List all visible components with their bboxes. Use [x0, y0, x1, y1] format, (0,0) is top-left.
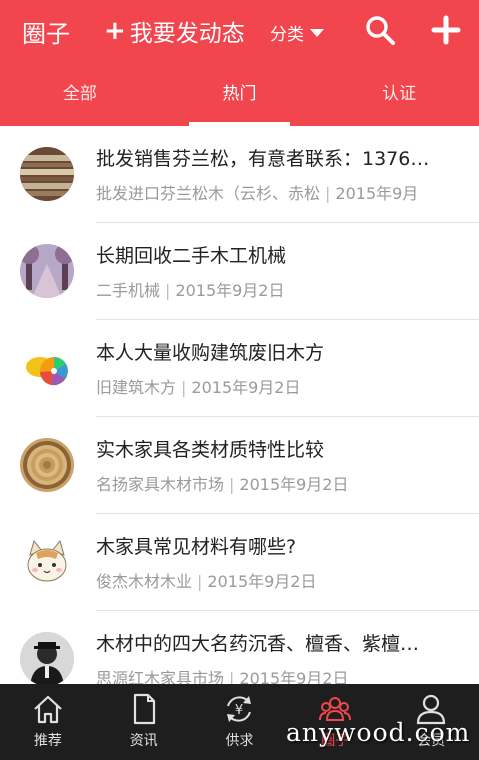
list-item[interactable]: 木家具常见材料有哪些? 俊杰木材木业 | 2015年9月2日: [0, 514, 479, 611]
nav-recommend[interactable]: 推荐: [0, 684, 96, 760]
avatar: [20, 438, 74, 492]
watermark: anywood.com: [286, 718, 471, 747]
post-source: 批发进口芬兰松木（云杉、赤松: [96, 184, 321, 203]
post-date: 2015年9月2日: [239, 475, 349, 494]
post-date: 2015年9月2日: [175, 281, 285, 300]
yuan-exchange-icon: ¥: [227, 696, 252, 722]
post-meta: 俊杰木材木业 | 2015年9月2日: [96, 572, 317, 591]
search-button[interactable]: [364, 14, 396, 46]
list-item[interactable]: 批发销售芬兰松，有意者联系：1376… 批发进口芬兰松木（云杉、赤松 | 2015年…: [0, 126, 479, 223]
tab-hot[interactable]: 热门: [160, 72, 320, 126]
app-screen: 圈子 + 我要发动态 分类 全部 热门 认证 批发销售芬兰松，有意者联系：137…: [0, 0, 479, 760]
nav-news-label: 资讯: [129, 733, 158, 749]
avatar: [20, 535, 74, 589]
list-item[interactable]: 木材中的四大名药沉香、檀香、紫檀… 思源红木家具市场 | 2015年9月2日: [0, 611, 479, 684]
post-source: 思源红木家具市场: [96, 669, 225, 684]
post-meta: 批发进口芬兰松木（云杉、赤松 | 2015年9月: [96, 184, 419, 203]
tab-bar: 全部 热门 认证: [0, 72, 479, 126]
post-date: 2015年9月: [335, 184, 419, 203]
list-item[interactable]: 长期回收二手木工机械 二手机械 | 2015年9月2日: [0, 223, 479, 320]
post-title: 批发销售芬兰松，有意者联系：1376…: [96, 148, 430, 170]
post-title: 木家具常见材料有哪些?: [96, 536, 297, 558]
post-source: 俊杰木材木业: [96, 572, 193, 591]
avatar: [20, 341, 74, 395]
cartoon-cat-image: [20, 535, 74, 589]
header: 圈子 + 我要发动态 分类 全部 热门 认证: [0, 0, 479, 126]
post-list: 批发销售芬兰松，有意者联系：1376… 批发进口芬兰松木（云杉、赤松 | 2015年…: [0, 126, 479, 684]
search-icon: [366, 16, 395, 45]
citrus-slices-image: [20, 341, 74, 395]
compose-post-label: 我要发动态: [129, 21, 245, 47]
post-source: 旧建筑木方: [96, 378, 177, 397]
post-source: 名扬家具木材市场: [96, 475, 225, 494]
list-item[interactable]: 实木家具各类材质特性比较 名扬家具木材市场 | 2015年9月2日: [0, 417, 479, 514]
post-date: 2015年9月2日: [207, 572, 317, 591]
post-title: 长期回收二手木工机械: [96, 245, 287, 267]
nav-news[interactable]: 资讯: [96, 684, 192, 760]
page-title: 圈子: [22, 20, 70, 48]
plus-icon: [431, 15, 461, 45]
nav-recommend-label: 推荐: [33, 733, 62, 749]
tab-verified[interactable]: 认证: [319, 72, 479, 126]
add-button[interactable]: [430, 14, 462, 46]
nav-supply-demand-label: 供求: [225, 733, 254, 749]
lumber-stack-image: [20, 147, 74, 201]
post-meta: 思源红木家具市场 | 2015年9月2日: [96, 665, 466, 684]
tree-lined-path-image: [20, 244, 74, 298]
avatar: [20, 244, 74, 298]
post-meta: 旧建筑木方 | 2015年9月2日: [96, 378, 301, 397]
post-title: 本人大量收购建筑废旧木方: [96, 342, 325, 364]
svg-text:¥: ¥: [235, 703, 243, 718]
post-title: 实木家具各类材质特性比较: [96, 439, 325, 461]
avatar: [20, 632, 74, 684]
home-icon: [34, 695, 62, 724]
post-title: 木材中的四大名药沉香、檀香、紫檀…: [96, 633, 420, 655]
document-icon: [133, 693, 155, 725]
category-dropdown[interactable]: 分类: [270, 20, 324, 45]
post-date: 2015年9月2日: [191, 378, 301, 397]
plus-small-icon: +: [104, 16, 126, 46]
nav-supply-demand[interactable]: ¥ 供求: [192, 684, 288, 760]
post-meta: 名扬家具木材市场 | 2015年9月2日: [96, 475, 349, 494]
post-source: 二手机械: [96, 281, 161, 300]
tab-all[interactable]: 全部: [0, 72, 160, 126]
top-bar: 圈子 + 我要发动态 分类: [0, 0, 479, 62]
caret-down-icon: [310, 28, 324, 37]
avatar: [20, 147, 74, 201]
category-label: 分类: [270, 25, 304, 45]
post-meta: 二手机械 | 2015年9月2日: [96, 281, 285, 300]
compose-post-button[interactable]: + 我要发动态: [104, 14, 245, 48]
tree-rings-image: [20, 438, 74, 492]
man-portrait-image: [20, 632, 74, 684]
list-item[interactable]: 本人大量收购建筑废旧木方 旧建筑木方 | 2015年9月2日: [0, 320, 479, 417]
post-date: 2015年9月2日: [239, 669, 349, 684]
